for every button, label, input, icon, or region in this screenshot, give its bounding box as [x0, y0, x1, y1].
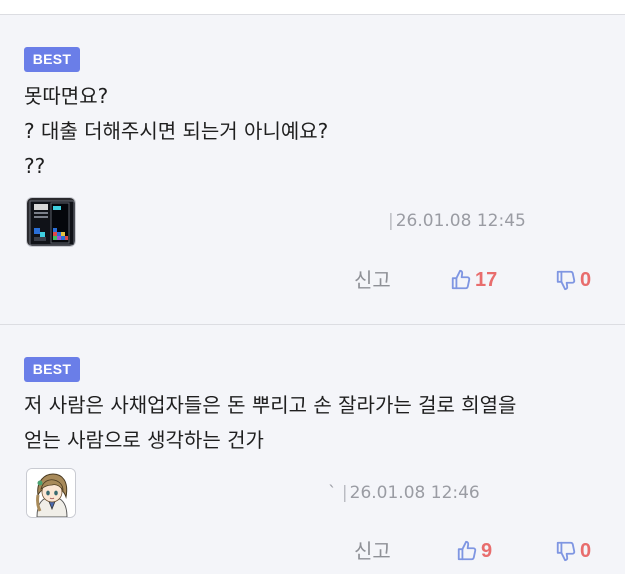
- comment-line: 못따면요?: [24, 84, 109, 108]
- best-badge: BEST: [24, 47, 80, 72]
- comment-date: 26.01.08 12:46: [349, 483, 480, 503]
- comment-line: ? 대출 더해주시면 되는거 아니예요?: [24, 119, 329, 143]
- downvote-count: 0: [580, 539, 592, 562]
- comment-item: BEST 저 사람은 사채업자들은 돈 뿌리고 손 잘라가는 걸로 희열을 얻는…: [0, 326, 625, 574]
- comment-body: 못따면요? ? 대출 더해주시면 되는거 아니예요? ??: [24, 79, 607, 184]
- upvote-count: 17: [475, 268, 498, 291]
- report-button[interactable]: 신고: [354, 536, 391, 566]
- comment-line: ??: [24, 154, 46, 178]
- tetris-game-avatar-icon[interactable]: [26, 197, 76, 247]
- comment-body: 저 사람은 사채업자들은 돈 뿌리고 손 잘라가는 걸로 희열을 얻는 사람으로…: [24, 388, 607, 458]
- upvote-count: 9: [481, 539, 493, 562]
- meta-separator: |: [341, 483, 348, 503]
- comment-date: 26.01.08 12:45: [395, 211, 526, 231]
- comment-line: 저 사람은 사채업자들은 돈 뿌리고 손 잘라가는 걸로 희열을: [24, 393, 517, 417]
- thumbs-up-icon: [456, 540, 478, 562]
- anime-girl-avatar-icon[interactable]: [26, 468, 76, 518]
- thumbs-down-icon: [555, 269, 577, 291]
- meta-separator: |: [388, 211, 394, 231]
- downvote-button[interactable]: 0: [555, 536, 591, 566]
- comment-item: BEST 못따면요? ? 대출 더해주시면 되는거 아니예요? ?? | 26.…: [0, 15, 625, 325]
- top-bar: [0, 0, 625, 15]
- thumbs-down-icon: [555, 540, 577, 562]
- upvote-button[interactable]: 9: [456, 536, 492, 566]
- comment-actions: 신고 9 0: [0, 536, 625, 566]
- downvote-count: 0: [580, 268, 592, 291]
- upvote-button[interactable]: 17: [450, 265, 497, 295]
- thumbs-up-icon: [450, 269, 472, 291]
- downvote-button[interactable]: 0: [555, 265, 591, 295]
- comment-line: 얻는 사람으로 생각하는 건가: [24, 428, 264, 452]
- best-badge: BEST: [24, 357, 80, 382]
- comment-actions: 신고 17 0: [0, 265, 625, 295]
- comment-nickname[interactable]: ˋ: [328, 483, 337, 503]
- comment-meta: | 26.01.08 12:45: [388, 211, 526, 231]
- report-button[interactable]: 신고: [354, 265, 391, 295]
- comment-meta: ˋ | 26.01.08 12:46: [328, 483, 480, 503]
